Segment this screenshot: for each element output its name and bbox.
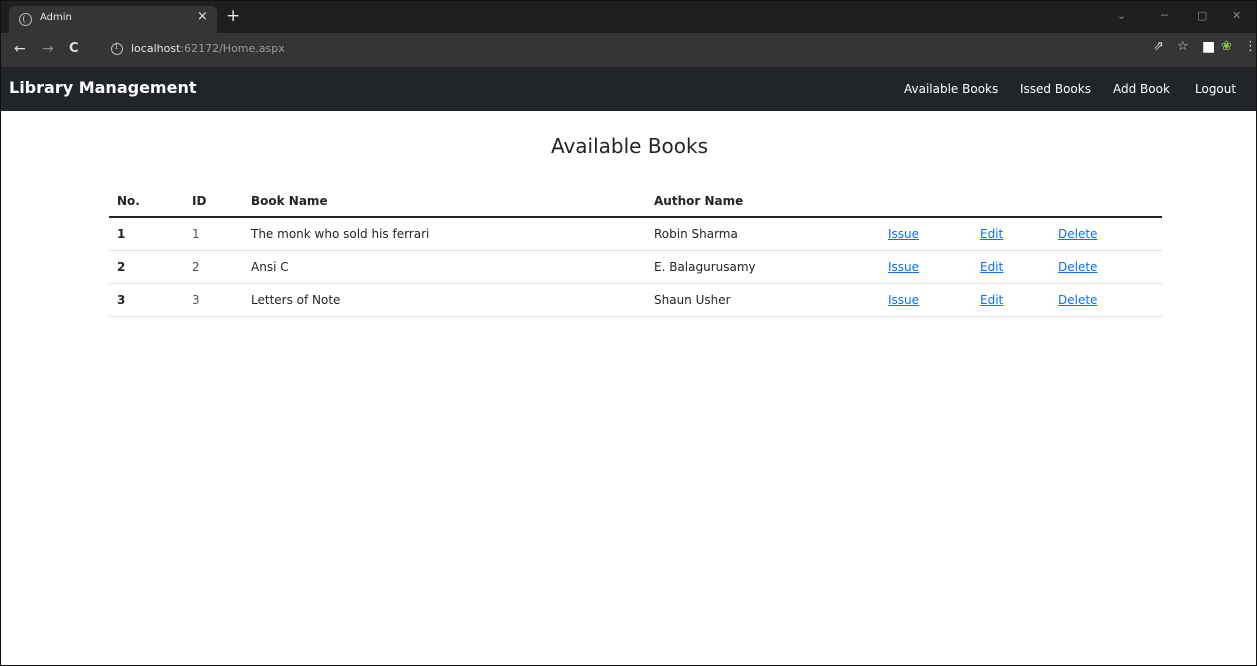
edit-link[interactable]: Edit — [980, 260, 1003, 274]
browser-window: Admin × + ⌄ ─ ▢ ✕ ← → C localhost:62172/… — [0, 0, 1257, 666]
tab-bar: Admin × + ⌄ ─ ▢ ✕ — [1, 1, 1256, 33]
row-number: 1 — [109, 217, 184, 251]
row-number: 3 — [109, 283, 184, 317]
menu-kebab-icon[interactable]: ⋮ — [1244, 40, 1256, 54]
delete-cell: Delete — [1050, 283, 1162, 317]
new-tab-button[interactable]: + — [226, 6, 240, 26]
issue-cell: Issue — [880, 217, 972, 251]
table-row: 1 1 The monk who sold his ferrari Robin … — [109, 217, 1162, 251]
info-icon[interactable] — [111, 42, 123, 55]
share-icon[interactable]: ⇗ — [1153, 40, 1164, 54]
header-blank — [972, 186, 1050, 218]
author-name: Shaun Usher — [646, 283, 880, 317]
delete-cell: Delete — [1050, 250, 1162, 284]
edit-cell: Edit — [972, 250, 1050, 284]
issue-link[interactable]: Issue — [888, 227, 919, 241]
back-icon[interactable]: ← — [14, 41, 26, 57]
issue-cell: Issue — [880, 250, 972, 284]
chevron-down-icon[interactable]: ⌄ — [1117, 9, 1126, 22]
delete-link[interactable]: Delete — [1058, 293, 1097, 307]
row-number: 2 — [109, 250, 184, 284]
book-id: 2 — [184, 250, 243, 284]
author-name: Robin Sharma — [646, 217, 880, 251]
side-panel-icon[interactable]: ■ — [1202, 40, 1215, 54]
url-host: localhost — [131, 42, 181, 55]
nav-issued-books[interactable]: Issed Books — [1020, 82, 1091, 96]
author-name: E. Balagurusamy — [646, 250, 880, 284]
url-field[interactable]: localhost:62172/Home.aspx — [105, 38, 1235, 62]
header-blank — [1050, 186, 1162, 218]
table-row: 2 2 Ansi C E. Balagurusamy Issue Edit De… — [109, 250, 1162, 284]
edit-link[interactable]: Edit — [980, 293, 1003, 307]
issue-cell: Issue — [880, 283, 972, 317]
profile-avatar-icon[interactable]: ❀ — [1221, 40, 1232, 54]
delete-link[interactable]: Delete — [1058, 260, 1097, 274]
tab-title: Admin — [40, 12, 72, 23]
address-bar: ← → C localhost:62172/Home.aspx ⇗ ☆ ■ ❀ … — [1, 33, 1256, 67]
nav-add-book[interactable]: Add Book — [1113, 82, 1170, 96]
url-text: localhost:62172/Home.aspx — [131, 42, 285, 55]
table-header-row: No. ID Book Name Author Name — [109, 186, 1162, 218]
bookmark-star-icon[interactable]: ☆ — [1177, 40, 1189, 54]
issue-link[interactable]: Issue — [888, 293, 919, 307]
edit-cell: Edit — [972, 283, 1050, 317]
book-name: The monk who sold his ferrari — [243, 217, 646, 251]
edit-cell: Edit — [972, 217, 1050, 251]
brand-title[interactable]: Library Management — [9, 78, 196, 97]
minimize-icon[interactable]: ─ — [1161, 9, 1168, 22]
edit-link[interactable]: Edit — [980, 227, 1003, 241]
close-window-icon[interactable]: ✕ — [1232, 9, 1241, 22]
issue-link[interactable]: Issue — [888, 260, 919, 274]
app-navbar: Library Management Available Books Issed… — [1, 67, 1256, 111]
tab-admin[interactable]: Admin × — [9, 6, 217, 33]
forward-icon[interactable]: → — [42, 41, 54, 57]
url-path: :62172/Home.aspx — [180, 42, 285, 55]
header-no: No. — [109, 186, 184, 218]
header-book-name: Book Name — [243, 186, 646, 218]
book-name: Ansi C — [243, 250, 646, 284]
books-table: No. ID Book Name Author Name 1 1 The mon… — [109, 186, 1162, 317]
header-author-name: Author Name — [646, 186, 880, 218]
nav-logout[interactable]: Logout — [1195, 82, 1236, 96]
close-tab-icon[interactable]: × — [197, 9, 208, 24]
page-title: Available Books — [550, 134, 709, 158]
book-name: Letters of Note — [243, 283, 646, 317]
delete-cell: Delete — [1050, 217, 1162, 251]
book-id: 3 — [184, 283, 243, 317]
header-blank — [880, 186, 972, 218]
maximize-icon[interactable]: ▢ — [1197, 9, 1207, 22]
globe-icon — [19, 13, 32, 26]
delete-link[interactable]: Delete — [1058, 227, 1097, 241]
nav-available-books[interactable]: Available Books — [904, 82, 998, 96]
header-id: ID — [184, 186, 243, 218]
table-row: 3 3 Letters of Note Shaun Usher Issue Ed… — [109, 283, 1162, 317]
book-id: 1 — [184, 217, 243, 251]
reload-icon[interactable]: C — [69, 41, 79, 57]
